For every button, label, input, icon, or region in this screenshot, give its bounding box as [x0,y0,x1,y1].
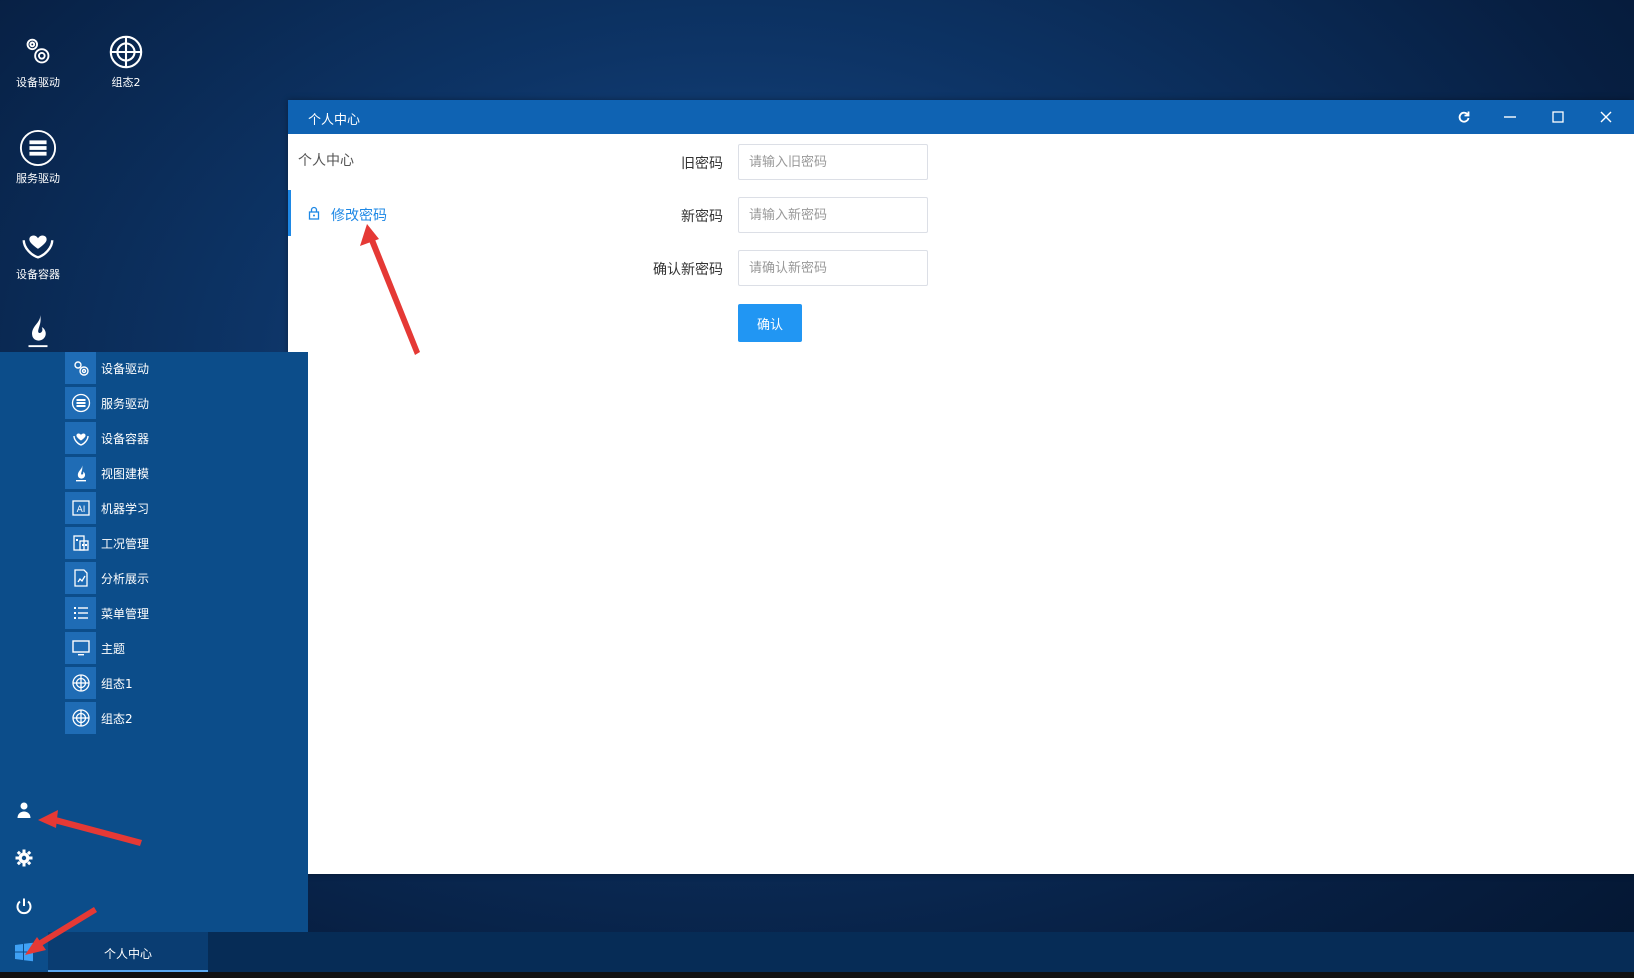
refresh-icon [1458,111,1470,123]
menu-item-view-modeling[interactable]: 视图建模 [65,457,285,489]
hands-heart-icon [18,224,58,264]
desktop-icon-device-driver[interactable]: 设备驱动 [0,32,76,90]
svg-text:AI: AI [76,505,85,515]
menu-item-theme[interactable]: 主题 [65,632,285,664]
confirm-button[interactable]: 确认 [738,304,802,342]
menu-item-device-container[interactable]: 设备容器 [65,422,285,454]
desktop-icon-label: 服务驱动 [16,172,60,185]
globe-target-icon [65,702,96,734]
menu-item-label: 分析展示 [101,572,150,586]
user-button[interactable] [12,798,36,822]
windows-logo-icon [15,942,33,962]
gears-icon [65,352,96,384]
menu-item-label: 组态1 [101,677,133,691]
maximize-button[interactable] [1536,100,1580,134]
menu-item-label: 工况管理 [101,537,150,551]
window-titlebar[interactable]: 个人中心 [288,100,1634,134]
desktop-icon-label: 设备容器 [16,268,60,281]
minimize-button[interactable] [1488,100,1532,134]
menu-item-label: 组态2 [101,712,133,726]
menu-item-device-driver[interactable]: 设备驱动 [65,352,285,384]
confirm-password-label: 确认新密码 [653,262,723,278]
taskbar-item-label: 个人中心 [104,947,153,961]
refresh-button[interactable] [1442,100,1486,134]
flame-icon [65,457,96,489]
start-button[interactable] [0,932,48,972]
old-password-input[interactable] [738,144,928,180]
desktop-icon-service-driver[interactable]: 服务驱动 [0,128,76,186]
server-icon [65,387,96,419]
taskbar: 个人中心 [0,932,1634,972]
window-title: 个人中心 [308,113,361,128]
menu-item-label: 设备驱动 [101,362,150,376]
maximize-icon [1552,111,1564,123]
menu-item-label: 主题 [101,642,126,656]
menu-item-config2[interactable]: 组态2 [65,702,285,734]
close-icon [1600,111,1612,123]
menu-item-label: 服务驱动 [101,397,150,411]
desktop-icon-label: 设备驱动 [16,76,60,89]
menu-item-analysis-display[interactable]: 分析展示 [65,562,285,594]
menu-item-service-driver[interactable]: 服务驱动 [65,387,285,419]
start-menu: 设备驱动 服务驱动 设备容器 视图建模 AI 机器学习 工况管理 分析展示 菜单… [0,352,308,932]
close-button[interactable] [1584,100,1628,134]
lock-icon [308,206,320,220]
desktop-icon-config2[interactable]: 组态2 [88,32,164,90]
window-sidebar: 个人中心 修改密码 [288,134,491,874]
power-icon [16,898,32,915]
taskbar-item-personal-center[interactable]: 个人中心 [48,932,208,972]
desktop-icon-device-container[interactable]: 设备容器 [0,224,76,282]
settings-button[interactable] [12,846,36,870]
old-password-label: 旧密码 [681,156,723,172]
globe-target-icon [106,32,146,72]
bottom-strip [0,972,1634,978]
gears-icon [18,32,58,72]
server-icon [18,128,58,168]
hands-heart-icon [65,422,96,454]
menu-item-label: 菜单管理 [101,607,150,621]
sidebar-item-label: 修改密码 [331,208,387,224]
menu-item-condition-management[interactable]: 工况管理 [65,527,285,559]
desktop-icon-view-modeling[interactable] [0,310,76,352]
menu-item-config1[interactable]: 组态1 [65,667,285,699]
chart-file-icon [65,562,96,594]
list-icon [65,597,96,629]
minimize-icon [1504,116,1516,118]
ai-icon: AI [65,492,96,524]
menu-item-label: 机器学习 [101,502,150,516]
user-icon [17,802,31,818]
globe-target-icon [65,667,96,699]
building-icon [65,527,96,559]
menu-item-menu-management[interactable]: 菜单管理 [65,597,285,629]
new-password-label: 新密码 [681,209,723,225]
new-password-input[interactable] [738,197,928,233]
menu-item-label: 设备容器 [101,432,150,446]
settings-icon [15,849,33,867]
monitor-icon [65,632,96,664]
sidebar-item-change-password[interactable]: 修改密码 [288,190,491,236]
personal-center-window: 个人中心 个人中心 修改密码 [288,100,1634,874]
menu-item-label: 视图建模 [101,467,150,481]
menu-item-machine-learning[interactable]: AI 机器学习 [65,492,285,524]
power-button[interactable] [12,894,36,918]
sidebar-heading: 个人中心 [298,153,354,169]
confirm-password-input[interactable] [738,250,928,286]
flame-icon [18,310,58,350]
desktop-icon-label: 组态2 [111,76,141,89]
